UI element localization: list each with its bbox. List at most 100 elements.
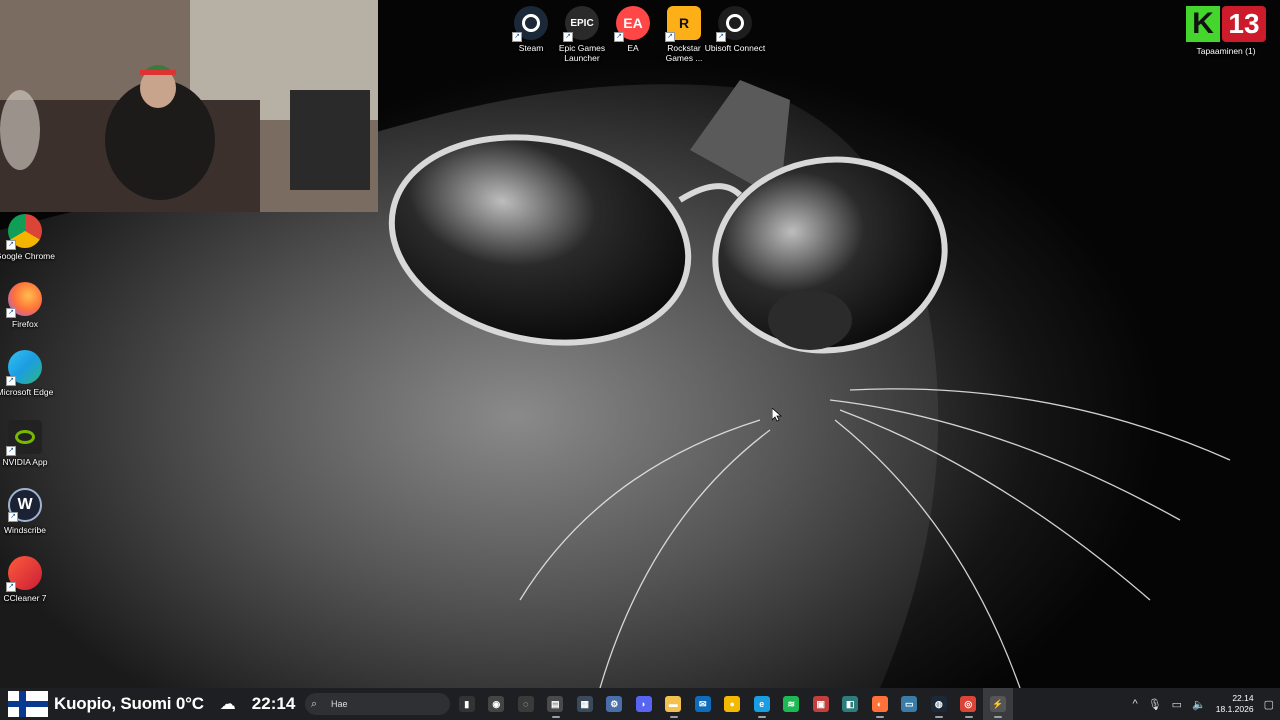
rockstar-games-shortcut[interactable]: R ↗ Rockstar Games ... bbox=[658, 6, 710, 63]
show-hidden-icons-chevron-icon[interactable]: ^ bbox=[1133, 698, 1138, 710]
firefox-shortcut[interactable]: ↗ Firefox bbox=[0, 282, 50, 329]
taskbar: Kuopio, Suomi 0°C ☁ 22:14 ⌕ ▮ ◉ ◌ ▤ ▦ ⚙ ◗ ▬ ✉ ● e ≋… bbox=[0, 688, 1280, 720]
ea-icon: EA ↗ bbox=[614, 6, 650, 42]
weather-widget[interactable]: Kuopio, Suomi 0°C ☁ 22:14 bbox=[8, 688, 295, 720]
meeting-shortcut-label: Tapaaminen (1) bbox=[1196, 46, 1256, 56]
taskbar-audio-visualizer[interactable]: ▮ bbox=[452, 688, 482, 720]
microphone-icon[interactable]: 🎙 bbox=[1148, 698, 1162, 711]
taskbar-edge[interactable]: e bbox=[747, 688, 777, 720]
firefox-icon: ◐ bbox=[871, 696, 888, 712]
cloud-icon: ☁ bbox=[219, 696, 236, 713]
taskbar-file-explorer[interactable]: ▬ bbox=[659, 688, 689, 720]
shortcut-label: Google Chrome bbox=[0, 251, 55, 261]
ccleaner-shortcut[interactable]: ↗ CCleaner 7 bbox=[0, 556, 50, 603]
steam-icon: ↗ bbox=[512, 6, 548, 42]
epic-games-launcher-shortcut[interactable]: EPIC ↗ Epic Games Launcher bbox=[556, 6, 608, 63]
mouse-cursor-icon bbox=[772, 408, 782, 422]
taskbar-steam[interactable]: ◍ bbox=[924, 688, 954, 720]
windscribe-shortcut[interactable]: W ↗ Windscribe bbox=[0, 488, 50, 535]
icon-glyph-text: EPIC bbox=[570, 17, 594, 29]
volume-icon[interactable]: 🔈 bbox=[1192, 698, 1206, 711]
taskbar-firefox[interactable]: ◐ bbox=[865, 688, 895, 720]
edge-icon: e bbox=[753, 696, 770, 712]
chrome-icon: ◎ bbox=[960, 696, 977, 712]
nvidia-app-shortcut[interactable]: ↗ NVIDIA App bbox=[0, 420, 50, 467]
system-tray: ^ 🎙 ▭ 🔈 22.14 18.1.2026 ▢ bbox=[1133, 688, 1274, 720]
document-icon: ▤ bbox=[547, 696, 564, 712]
ubisoft-connect-shortcut[interactable]: ↗ Ubisoft Connect bbox=[705, 6, 765, 53]
desktop: ↗ Steam EPIC ↗ Epic Games Launcher EA ↗ EA R ↗ Roc… bbox=[0, 0, 1280, 688]
steam-shortcut[interactable]: ↗ Steam bbox=[505, 6, 557, 53]
pinned-apps: ▮ ◉ ◌ ▤ ▦ ⚙ ◗ ▬ ✉ ● e ≋ ▣ ◧ ◐ ▭ ◍ ◎ ⚡ bbox=[452, 688, 1013, 720]
rockstar-icon: R ↗ bbox=[665, 6, 701, 42]
taskbar-discord[interactable]: ◗ bbox=[629, 688, 659, 720]
steam-icon: ◍ bbox=[930, 696, 947, 712]
icon-glyph-shape bbox=[726, 14, 744, 32]
clock-date: 18.1.2026 bbox=[1215, 704, 1254, 714]
spotify-icon: ≋ bbox=[783, 696, 800, 712]
taskbar-maps[interactable]: ◉ bbox=[482, 688, 512, 720]
windscribe-icon: W ↗ bbox=[8, 488, 42, 522]
google-chrome-shortcut[interactable]: ↗ Google Chrome bbox=[0, 214, 55, 261]
ccleaner-icon: ↗ bbox=[6, 556, 42, 592]
icon-glyph-text: R bbox=[678, 15, 690, 31]
chrome-icon: ↗ bbox=[6, 214, 42, 250]
webcam-feed-image bbox=[0, 0, 378, 212]
shortcut-arrow-icon: ↗ bbox=[6, 376, 16, 386]
shortcut-arrow-icon: ↗ bbox=[716, 32, 726, 42]
notification-icon[interactable]: ▢ bbox=[1264, 698, 1274, 711]
finland-flag-icon bbox=[8, 691, 48, 717]
shortcut-label: Microsoft Edge bbox=[0, 387, 54, 397]
shortcut-label: Firefox bbox=[12, 319, 38, 329]
meeting-shortcut[interactable]: K 13 Tapaaminen (1) bbox=[1186, 6, 1266, 56]
icon-glyph-text: W bbox=[17, 496, 33, 513]
taskbar-app-4[interactable]: ▤ bbox=[541, 688, 571, 720]
window-icon: ◧ bbox=[842, 696, 859, 712]
ea-shortcut[interactable]: EA ↗ EA bbox=[607, 6, 659, 53]
network-icon[interactable]: ▭ bbox=[1172, 698, 1182, 711]
circle-arrow-icon: ◌ bbox=[517, 696, 534, 712]
search-box[interactable]: ⌕ bbox=[305, 693, 450, 715]
equalizer-icon: ▮ bbox=[458, 696, 475, 712]
ubisoft-icon: ↗ bbox=[716, 6, 752, 42]
shortcut-label: Ubisoft Connect bbox=[704, 43, 766, 53]
taskbar-settings[interactable]: ⚙ bbox=[600, 688, 630, 720]
shortcut-label: CCleaner 7 bbox=[3, 593, 47, 603]
shortcut-arrow-icon: ↗ bbox=[563, 32, 573, 42]
taskbar-spotify[interactable]: ≋ bbox=[777, 688, 807, 720]
shortcut-arrow-icon: ↗ bbox=[665, 32, 675, 42]
shortcut-arrow-icon: ↗ bbox=[512, 32, 522, 42]
epic-games-icon: EPIC ↗ bbox=[563, 6, 599, 42]
shortcut-label: NVIDIA App bbox=[2, 457, 48, 467]
taskbar-app-10[interactable]: ● bbox=[718, 688, 748, 720]
bolt-icon: ⚡ bbox=[989, 696, 1006, 712]
gear-icon: ⚙ bbox=[606, 696, 623, 712]
mail-icon: ✉ bbox=[694, 696, 711, 712]
shortcut-arrow-icon: ↗ bbox=[6, 446, 16, 456]
taskbar-app-14[interactable]: ◧ bbox=[836, 688, 866, 720]
taskbar-clock[interactable]: 22.14 18.1.2026 bbox=[1216, 693, 1254, 715]
location-icon: ◉ bbox=[488, 696, 505, 712]
taskbar-app-13[interactable]: ▣ bbox=[806, 688, 836, 720]
nvidia-icon: ↗ bbox=[6, 420, 42, 456]
shortcut-arrow-icon: ↗ bbox=[6, 308, 16, 318]
edge-icon: ↗ bbox=[6, 350, 42, 386]
search-input[interactable] bbox=[331, 699, 441, 709]
overlay-time: 22:14 bbox=[251, 694, 296, 713]
webcam-overlay bbox=[0, 0, 378, 212]
shortcut-arrow-icon: ↗ bbox=[6, 582, 16, 592]
taskbar-chrome[interactable]: ◎ bbox=[954, 688, 984, 720]
folder-icon: ▬ bbox=[665, 696, 682, 712]
taskbar-app-19[interactable]: ⚡ bbox=[983, 688, 1013, 720]
shortcut-arrow-icon: ↗ bbox=[8, 512, 18, 522]
meeting-number-badge: 13 bbox=[1222, 6, 1266, 42]
image-icon: ▣ bbox=[812, 696, 829, 712]
taskbar-outlook[interactable]: ✉ bbox=[688, 688, 718, 720]
taskbar-app-16[interactable]: ▭ bbox=[895, 688, 925, 720]
nvidia-eye-shape bbox=[15, 430, 35, 444]
shortcut-label: Windscribe bbox=[3, 525, 47, 535]
taskbar-calculator[interactable]: ▦ bbox=[570, 688, 600, 720]
taskbar-app-3[interactable]: ◌ bbox=[511, 688, 541, 720]
microsoft-edge-shortcut[interactable]: ↗ Microsoft Edge bbox=[0, 350, 53, 397]
icon-glyph-text: EA bbox=[623, 15, 643, 31]
